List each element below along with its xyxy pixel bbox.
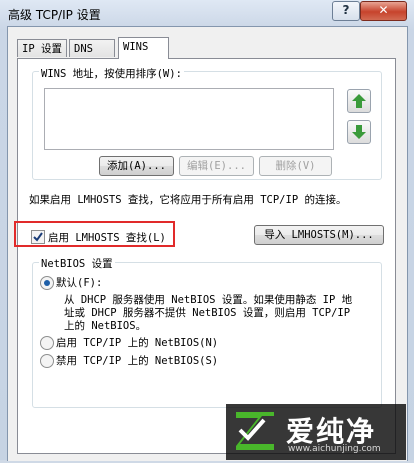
title-bar[interactable]: 高级 TCP/IP 设置 ? ✕ <box>0 0 414 28</box>
wins-address-list[interactable] <box>44 88 334 150</box>
tab-label: IP 设置 <box>22 43 62 55</box>
tab-label: WINS <box>123 41 149 53</box>
netbios-group-label: NetBIOS 设置 <box>39 256 115 271</box>
import-lmhosts-button[interactable]: 导入 LMHOSTS(M)... <box>254 225 384 245</box>
netbios-enable-radio[interactable] <box>40 336 54 350</box>
tab-dns[interactable]: DNS <box>69 39 115 57</box>
add-button-label: 添加(A)... <box>107 160 166 172</box>
highlight-box <box>14 221 175 247</box>
arrow-up-icon <box>352 94 366 108</box>
import-button-label: 导入 LMHOSTS(M)... <box>264 229 374 241</box>
remove-button[interactable]: 删除(V) <box>259 156 332 176</box>
wins-panel: WINS 地址，按使用排序(W): 添加(A)... 编辑(E)... 删除(V… <box>17 58 396 454</box>
help-button[interactable]: ? <box>332 1 360 21</box>
move-down-button[interactable] <box>347 120 371 144</box>
close-button[interactable]: ✕ <box>360 1 407 21</box>
remove-button-label: 删除(V) <box>275 160 316 172</box>
netbios-enable-label[interactable]: 启用 TCP/IP 上的 NetBIOS(N) <box>56 335 218 350</box>
watermark-logo: 爱纯净 www.aichunjing.com <box>226 404 406 460</box>
close-icon: ✕ <box>378 3 389 17</box>
netbios-default-radio[interactable] <box>40 276 54 290</box>
radio-selected-dot <box>44 280 50 286</box>
tab-label: DNS <box>74 43 93 55</box>
tab-ip-settings[interactable]: IP 设置 <box>17 39 67 57</box>
wins-address-label: WINS 地址，按使用排序(W): <box>39 66 184 81</box>
arrow-down-icon <box>352 125 366 139</box>
netbios-disable-label[interactable]: 禁用 TCP/IP 上的 NetBIOS(S) <box>56 353 218 368</box>
lmhosts-note: 如果启用 LMHOSTS 查找，它将应用于所有启用 TCP/IP 的连接。 <box>29 194 347 206</box>
netbios-default-label[interactable]: 默认(F): <box>56 275 102 290</box>
edit-button[interactable]: 编辑(E)... <box>179 156 254 176</box>
netbios-default-desc-3: 上的 NetBIOS。 <box>64 320 147 332</box>
window-frame: 高级 TCP/IP 设置 ? ✕ IP 设置 DNS WINS WINS 地址，… <box>0 0 414 461</box>
move-up-button[interactable] <box>347 89 371 113</box>
netbios-disable-radio[interactable] <box>40 354 54 368</box>
window-title: 高级 TCP/IP 设置 <box>8 8 101 22</box>
add-button[interactable]: 添加(A)... <box>99 156 174 176</box>
watermark-url: www.aichunjing.com <box>288 444 381 454</box>
tab-wins[interactable]: WINS <box>118 37 169 59</box>
edit-button-label: 编辑(E)... <box>187 160 246 172</box>
help-icon: ? <box>342 3 350 17</box>
